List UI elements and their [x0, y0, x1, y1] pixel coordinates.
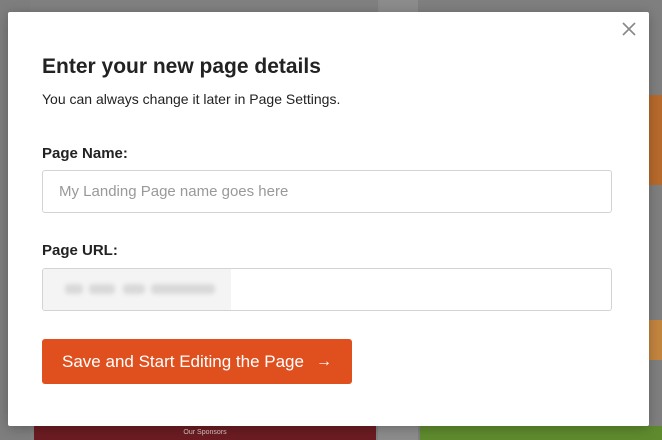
save-button-label: Save and Start Editing the Page: [62, 351, 304, 371]
background-footer-text: Our Sponsors: [183, 429, 227, 436]
page-url-redacted-text: [43, 269, 231, 310]
page-url-label: Page URL:: [42, 242, 118, 259]
save-and-start-editing-button[interactable]: Save and Start Editing the Page →: [42, 339, 352, 384]
background-decoration: [648, 320, 662, 360]
arrow-right-icon: →: [315, 352, 332, 370]
modal-title: Enter your new page details: [42, 55, 321, 78]
background-decoration: [648, 95, 662, 185]
background-template-footer: [420, 426, 662, 440]
page-name-input[interactable]: [42, 170, 612, 213]
close-icon: [622, 22, 636, 36]
page-details-modal: Enter your new page details You can alwa…: [8, 12, 649, 426]
close-button[interactable]: [621, 21, 637, 37]
page-name-label: Page Name:: [42, 145, 128, 162]
modal-subtitle: You can always change it later in Page S…: [42, 91, 341, 107]
